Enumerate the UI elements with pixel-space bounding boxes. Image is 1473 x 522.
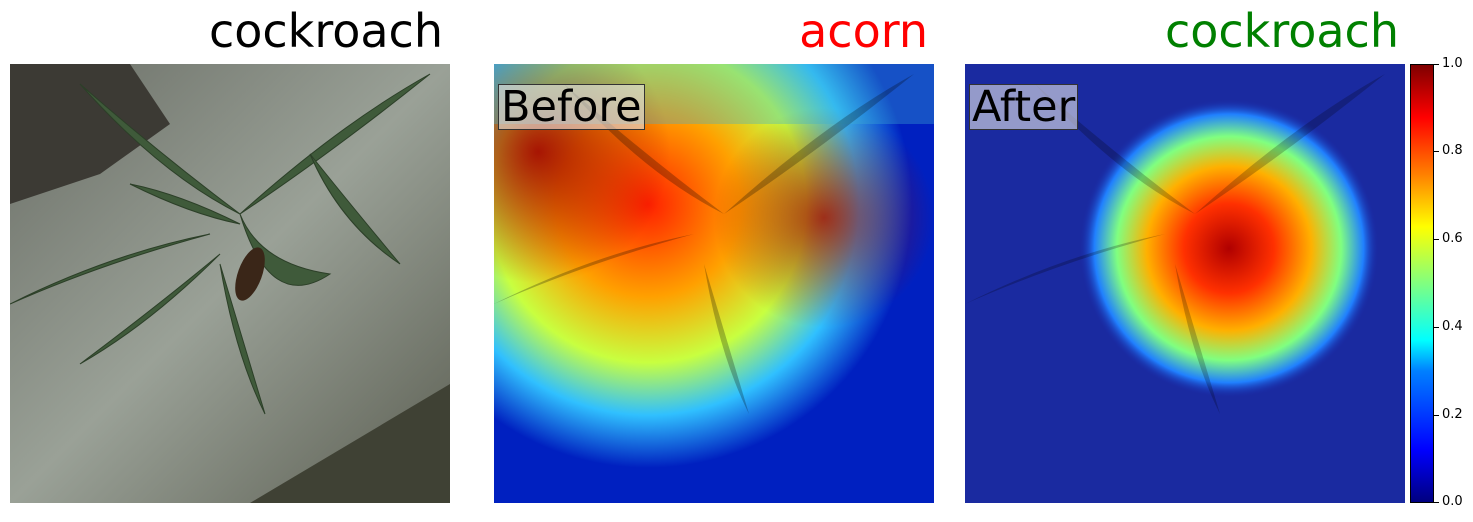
colorbar-tick-0-4: 0.4 — [1442, 319, 1463, 334]
colorbar-tick-0-8: 0.8 — [1442, 143, 1463, 158]
before-label: Before — [498, 84, 645, 130]
colorbar-tick-0-6: 0.6 — [1442, 231, 1463, 246]
heatmap-after: After — [965, 64, 1405, 503]
panel-3-title: cockroach — [1164, 4, 1399, 58]
heatmap-before: Before — [494, 64, 934, 503]
panel-1-title: cockroach — [208, 4, 443, 58]
after-label: After — [969, 84, 1079, 130]
panel-2-title: acorn — [799, 4, 928, 58]
colorbar — [1410, 64, 1434, 503]
colorbar-tick-0-0: 0.0 — [1442, 494, 1463, 509]
colorbar-tick-1-0: 1.0 — [1442, 56, 1463, 71]
original-photo — [10, 64, 450, 503]
colorbar-tick-0-2: 0.2 — [1442, 407, 1463, 422]
